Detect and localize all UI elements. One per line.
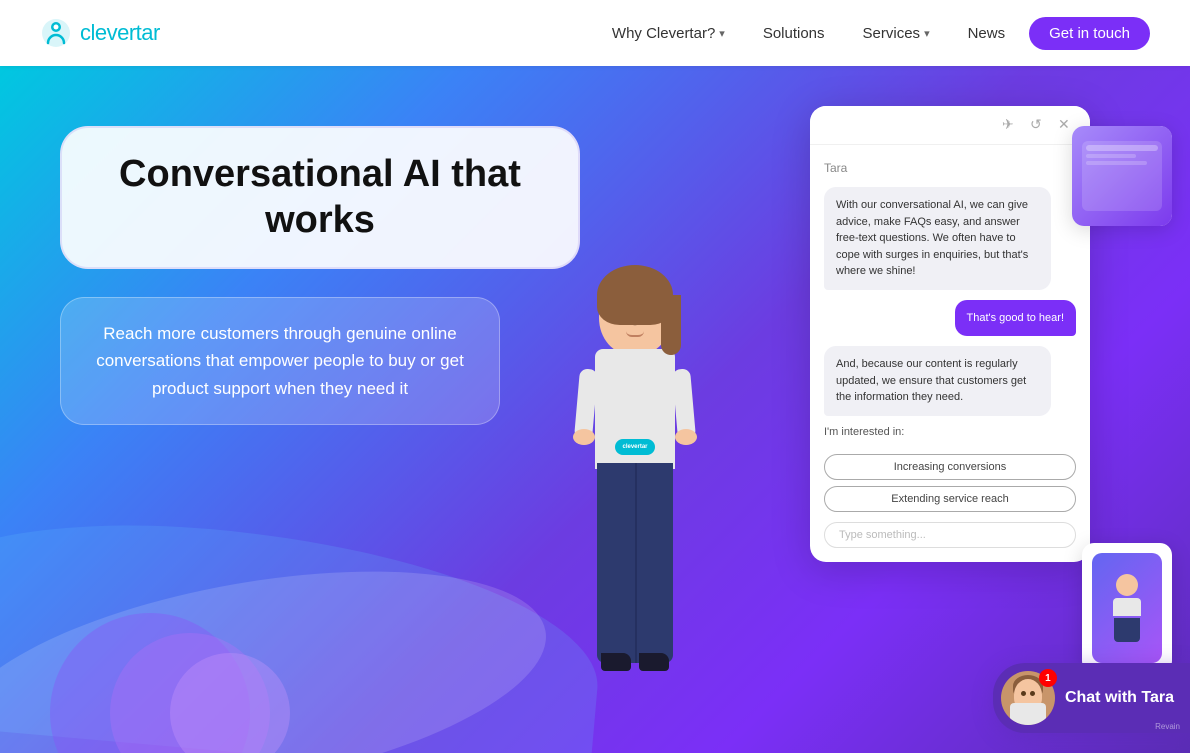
chat-bubble-user-1: That's good to hear! xyxy=(955,300,1077,337)
chat-widget-avatar-wrapper: 1 xyxy=(1001,671,1055,725)
main-nav: Why Clevertar? Solutions Services News G… xyxy=(598,17,1150,50)
chat-bubble-2: And, because our content is regularly up… xyxy=(824,346,1051,416)
hero-subtext-box: Reach more customers through genuine onl… xyxy=(60,297,500,425)
interested-label: I'm interested in: xyxy=(824,426,1076,438)
logo[interactable]: clevertar xyxy=(40,17,160,49)
avatar-pants xyxy=(597,463,673,663)
avatar-hair xyxy=(597,265,673,325)
right-card-top xyxy=(1072,126,1172,226)
deco-circles xyxy=(50,613,350,753)
nav-item-services[interactable]: Services xyxy=(849,17,944,50)
hero-section: Conversational AI that works Reach more … xyxy=(0,66,1190,753)
phone-mockup xyxy=(1082,543,1172,673)
chat-widget-avatar-body xyxy=(1010,703,1046,725)
nav-item-why-clevertar[interactable]: Why Clevertar? xyxy=(598,17,739,50)
chat-option-service[interactable]: Extending service reach xyxy=(824,486,1076,512)
chat-agent-name: Tara xyxy=(824,159,1076,177)
avatar-shoe-right xyxy=(639,653,669,671)
chat-widget-label: Chat with Tara xyxy=(1065,689,1174,707)
revain-label: Revain xyxy=(1155,722,1180,731)
chat-widget[interactable]: 1 Chat with Tara Revain xyxy=(993,663,1190,733)
chat-options: Increasing conversions Extending service… xyxy=(824,454,1076,548)
chat-type-input[interactable]: Type something... xyxy=(824,522,1076,548)
header: clevertar Why Clevertar? Solutions Servi… xyxy=(0,0,1190,66)
notification-badge: 1 xyxy=(1039,669,1057,687)
avatar-3d: clevertar xyxy=(515,253,755,753)
send-icon: ✈ xyxy=(1002,116,1020,134)
avatar-body: clevertar xyxy=(595,349,675,469)
chat-option-conversions[interactable]: Increasing conversions xyxy=(824,454,1076,480)
chat-bubble-1: With our conversational AI, we can give … xyxy=(824,187,1051,290)
nav-item-solutions[interactable]: Solutions xyxy=(749,17,839,50)
avatar-logo-badge: clevertar xyxy=(615,439,655,455)
phone-inner xyxy=(1092,553,1162,663)
chat-mockup: ✈ ↺ ✕ Tara With our conversational AI, w… xyxy=(810,106,1090,562)
logo-text: clevertar xyxy=(80,20,160,46)
chat-body: Tara With our conversational AI, we can … xyxy=(810,145,1090,562)
avatar-figure: clevertar xyxy=(555,273,715,753)
hero-left-content: Conversational AI that works Reach more … xyxy=(60,126,580,425)
logo-icon xyxy=(40,17,72,49)
headline-box: Conversational AI that works xyxy=(60,126,580,269)
avatar-shoes xyxy=(601,653,669,671)
nav-item-get-in-touch[interactable]: Get in touch xyxy=(1029,17,1150,50)
hero-subtext: Reach more customers through genuine onl… xyxy=(91,320,469,402)
nav-item-news[interactable]: News xyxy=(954,17,1020,50)
chat-mockup-header: ✈ ↺ ✕ xyxy=(810,106,1090,145)
refresh-icon: ↺ xyxy=(1030,116,1048,134)
hero-headline: Conversational AI that works xyxy=(98,152,542,243)
avatar-shoe-left xyxy=(601,653,631,671)
